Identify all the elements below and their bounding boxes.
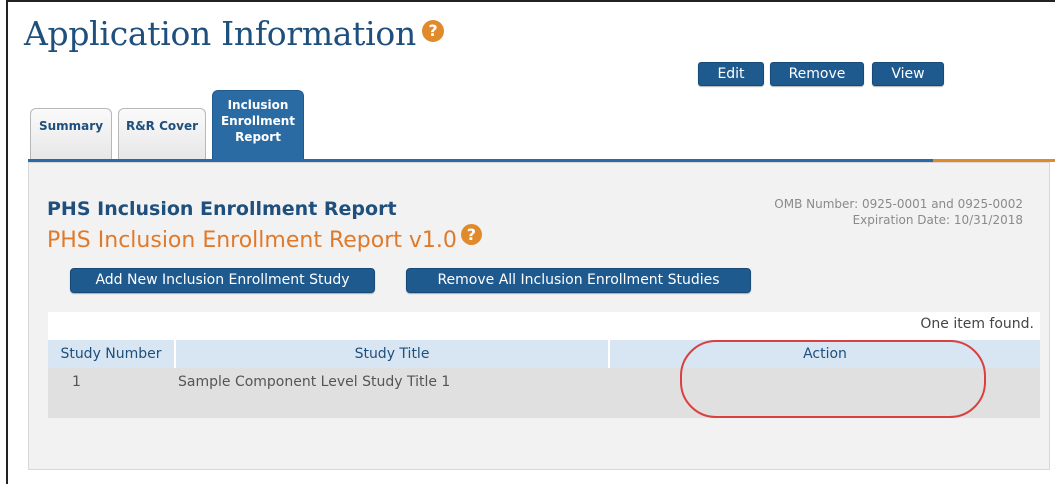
omb-number: OMB Number: 0925-0001 and 0925-0002 [774,197,1023,211]
study-title-cell: Sample Component Level Study Title 1 [178,374,451,390]
column-header-study-title[interactable]: Study Title [174,340,608,368]
omb-info: OMB Number: 0925-0001 and 0925-0002 Expi… [774,196,1023,228]
column-header-study-number[interactable]: Study Number [48,340,174,368]
page-title-text: Application Information [24,14,416,53]
items-found-text: One item found. [920,316,1034,332]
tab-label-line-1: Inclusion [227,98,289,112]
tab-label-line-2: Enrollment [220,114,296,128]
page-title: Application Information? [24,14,444,53]
expiration-date: Expiration Date: 10/31/2018 [852,213,1023,227]
edit-button[interactable]: Edit [698,62,764,86]
form-title-text: PHS Inclusion Enrollment Report v1.0 [47,228,457,253]
tab-summary-label: Summary [38,119,104,133]
form-help-icon[interactable]: ? [460,224,482,245]
study-number-cell: 1 [72,374,81,390]
help-icon[interactable]: ? [421,20,444,42]
tab-rr-cover-label: R&R Cover [125,119,199,133]
tab-summary[interactable]: Summary [30,108,112,162]
view-button[interactable]: View [872,62,944,86]
tab-rr-cover[interactable]: R&R Cover [118,108,206,162]
form-title: PHS Inclusion Enrollment Report v1.0? [47,224,482,253]
form-heading: PHS Inclusion Enrollment Report [47,198,397,220]
tab-label-line-3: Report [235,130,281,144]
remove-all-studies-button[interactable]: Remove All Inclusion Enrollment Studies [406,268,751,293]
action-highlight-ellipse [680,340,986,418]
add-study-button[interactable]: Add New Inclusion Enrollment Study [70,268,375,293]
remove-button[interactable]: Remove [770,62,864,86]
tab-inclusion-enrollment-report[interactable]: Inclusion Enrollment Report [212,90,304,162]
